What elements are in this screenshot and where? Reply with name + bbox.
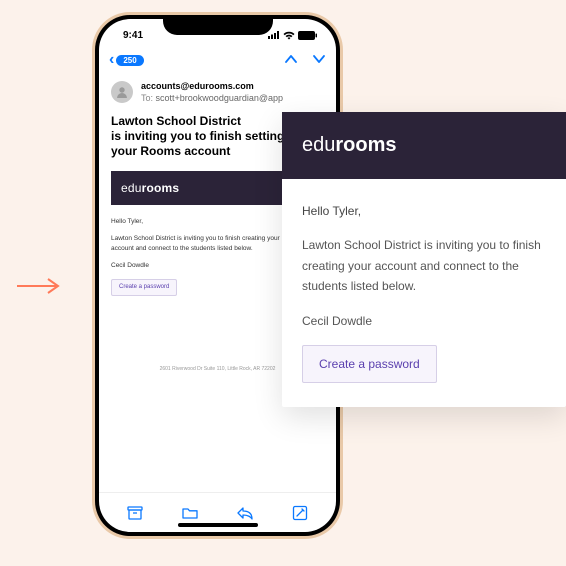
zoom-create-password-button[interactable]: Create a password [302, 345, 437, 383]
zoom-brand-banner: edurooms [282, 112, 566, 179]
zoom-greeting: Hello Tyler, [302, 201, 546, 221]
phone-notch [163, 15, 273, 35]
create-password-button[interactable]: Create a password [111, 279, 177, 296]
status-icons: 100 [268, 31, 318, 40]
home-indicator [178, 523, 258, 527]
next-message-button[interactable] [312, 52, 326, 69]
compose-button[interactable] [290, 503, 310, 523]
chevron-left-icon: ‹ [109, 51, 114, 69]
inbox-count-badge: 250 [116, 55, 143, 66]
wifi-icon [283, 31, 295, 40]
avatar-icon [111, 81, 133, 103]
reply-button[interactable] [235, 503, 255, 523]
sender-to: To: scott+brookwoodguardian@app [141, 93, 283, 105]
zoom-card: edurooms Hello Tyler, Lawton School Dist… [282, 112, 566, 407]
status-time: 9:41 [123, 30, 143, 41]
archive-button[interactable] [125, 503, 145, 523]
battery-icon [298, 31, 318, 40]
prev-message-button[interactable] [284, 52, 298, 69]
zoom-body-text: Lawton School District is inviting you t… [302, 235, 546, 296]
folder-button[interactable] [180, 503, 200, 523]
back-button[interactable]: ‹ 250 [109, 51, 144, 69]
sender-row: accounts@edurooms.com To: scott+brookwoo… [111, 81, 324, 104]
mail-nav-bar: ‹ 250 [99, 45, 336, 75]
signal-icon [268, 31, 280, 39]
sender-from: accounts@edurooms.com [141, 81, 283, 93]
zoom-body: Hello Tyler, Lawton School District is i… [282, 179, 566, 407]
zoom-student: Cecil Dowdle [302, 311, 546, 331]
arrow-right-icon [16, 276, 61, 296]
